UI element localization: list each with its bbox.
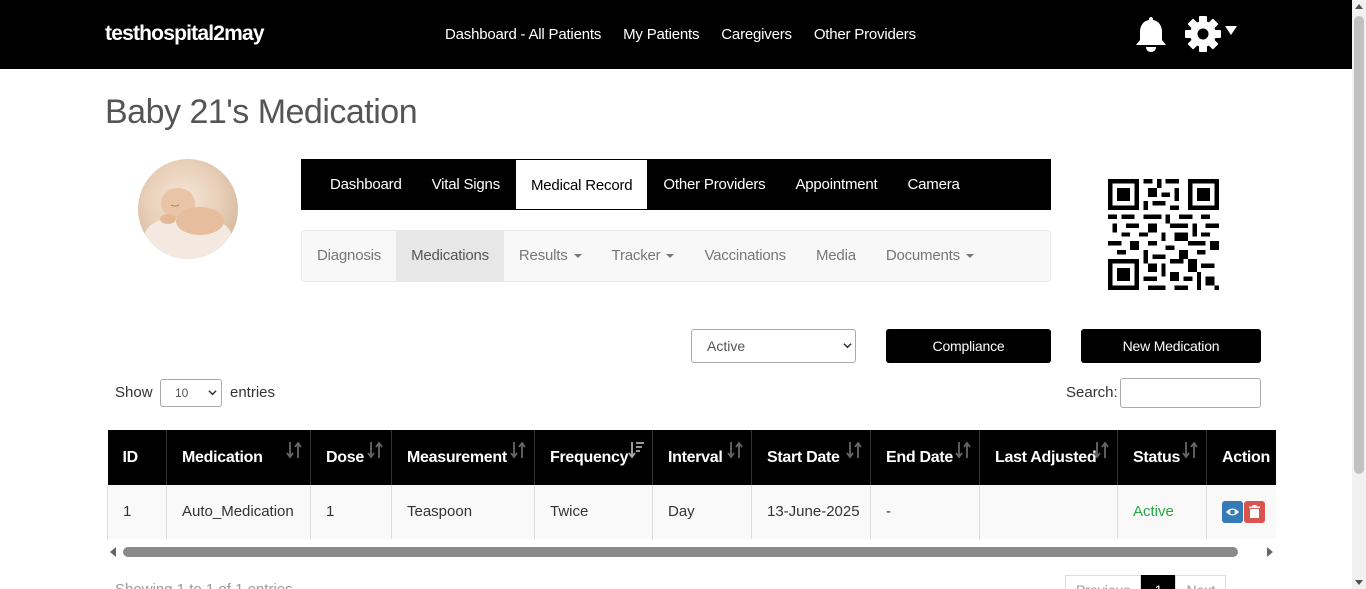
cell-dose: 1 xyxy=(310,485,392,539)
caret-down-icon xyxy=(573,254,582,259)
baby-photo-icon xyxy=(144,188,232,259)
gear-icon[interactable] xyxy=(1185,16,1221,52)
sort-icon xyxy=(367,441,383,459)
view-button[interactable] xyxy=(1222,500,1243,523)
scroll-up-icon[interactable] xyxy=(1355,4,1363,9)
column-header-status[interactable]: Status xyxy=(1117,430,1207,485)
sort-icon xyxy=(727,441,743,459)
tab-appointment[interactable]: Appointment xyxy=(780,159,892,210)
cell-action xyxy=(1206,485,1276,539)
table-horizontal-scrollbar[interactable] xyxy=(107,544,1276,560)
pagination-previous[interactable]: Previous xyxy=(1065,575,1142,589)
tab-other-providers[interactable]: Other Providers xyxy=(648,159,780,210)
table-row: 1 Auto_Medication 1 Teaspoon Twice Day 1… xyxy=(107,485,1276,539)
compliance-button[interactable]: Compliance xyxy=(886,329,1051,363)
caret-down-icon xyxy=(666,254,675,259)
horizontal-scrollbar-thumb[interactable] xyxy=(123,547,1238,557)
cell-last-adjusted xyxy=(979,485,1118,539)
pagination-page-1[interactable]: 1 xyxy=(1141,575,1176,589)
column-header-end-date[interactable]: End Date xyxy=(870,430,980,485)
search-label: Search: xyxy=(1066,384,1118,401)
column-header-interval[interactable]: Interval xyxy=(652,430,752,485)
pagination-next[interactable]: Next xyxy=(1175,575,1227,589)
tab-medical-record[interactable]: Medical Record xyxy=(515,159,649,210)
scroll-down-icon[interactable] xyxy=(1355,580,1363,585)
eye-icon xyxy=(1226,508,1239,516)
scrollbar-thumb[interactable] xyxy=(1354,16,1364,474)
column-header-medication[interactable]: Medication xyxy=(166,430,311,485)
status-filter-select[interactable]: Active xyxy=(691,329,856,363)
entries-per-page-select[interactable]: 10 xyxy=(160,379,222,407)
caret-down-icon[interactable] xyxy=(1225,26,1237,35)
subtab-media[interactable]: Media xyxy=(801,231,871,281)
sort-icon xyxy=(286,441,302,459)
column-header-start-date[interactable]: Start Date xyxy=(751,430,871,485)
patient-avatar xyxy=(138,159,238,259)
nav-caregivers[interactable]: Caregivers xyxy=(721,26,792,43)
table-header-row: ID Medication Dose Measurement Frequency… xyxy=(107,430,1276,485)
subtab-documents[interactable]: Documents xyxy=(871,231,989,281)
delete-button[interactable] xyxy=(1244,500,1265,523)
cell-measurement: Teaspoon xyxy=(391,485,535,539)
top-navbar: testhospital2may Dashboard - All Patient… xyxy=(0,0,1352,69)
chevron-down-icon xyxy=(843,343,852,349)
page-title: Baby 21's Medication xyxy=(105,93,418,131)
tab-vital-signs[interactable]: Vital Signs xyxy=(417,159,515,210)
trash-icon xyxy=(1249,504,1260,518)
nav-my-patients[interactable]: My Patients xyxy=(623,26,699,43)
cell-end-date: - xyxy=(870,485,980,539)
tab-dashboard[interactable]: Dashboard xyxy=(315,159,417,210)
brand-logo[interactable]: testhospital2may xyxy=(105,22,265,46)
entries-label: entries xyxy=(230,384,276,401)
show-label: Show xyxy=(115,384,153,401)
cell-start-date: 13-June-2025 xyxy=(751,485,871,539)
cell-frequency: Twice xyxy=(534,485,653,539)
column-header-measurement[interactable]: Measurement xyxy=(391,430,535,485)
search-input[interactable] xyxy=(1120,378,1261,408)
column-header-dose[interactable]: Dose xyxy=(310,430,392,485)
column-header-frequency[interactable]: Frequency xyxy=(534,430,653,485)
bell-icon[interactable] xyxy=(1134,15,1168,53)
cell-id: 1 xyxy=(107,485,167,539)
chevron-down-icon xyxy=(208,390,217,396)
subtab-vaccinations[interactable]: Vaccinations xyxy=(689,231,801,281)
sort-icon xyxy=(510,441,526,459)
main-tabs: Dashboard Vital Signs Medical Record Oth… xyxy=(301,159,1051,210)
sort-descending-icon xyxy=(628,442,644,459)
status-badge: Active xyxy=(1117,485,1207,539)
qr-code-icon xyxy=(1108,179,1219,290)
vertical-scrollbar[interactable] xyxy=(1352,0,1366,589)
new-medication-button[interactable]: New Medication xyxy=(1081,329,1261,363)
nav-other-providers[interactable]: Other Providers xyxy=(814,26,916,43)
subtab-medications[interactable]: Medications xyxy=(396,231,504,281)
top-nav: Dashboard - All Patients My Patients Car… xyxy=(445,26,938,43)
sort-icon xyxy=(1093,441,1109,459)
medications-table: ID Medication Dose Measurement Frequency… xyxy=(107,430,1276,539)
column-header-id[interactable]: ID xyxy=(107,430,167,485)
scroll-left-icon[interactable] xyxy=(110,547,116,557)
table-info: Showing 1 to 1 of 1 entries xyxy=(115,581,293,589)
sort-icon xyxy=(846,441,862,459)
tab-camera[interactable]: Camera xyxy=(893,159,975,210)
subtab-results[interactable]: Results xyxy=(504,231,597,281)
pagination: Previous 1 Next xyxy=(1065,575,1227,589)
nav-dashboard-all-patients[interactable]: Dashboard - All Patients xyxy=(445,26,601,43)
sort-icon xyxy=(955,441,971,459)
cell-medication: Auto_Medication xyxy=(166,485,311,539)
column-header-action: Action xyxy=(1206,430,1276,485)
sort-icon xyxy=(1182,441,1198,459)
column-header-last-adjusted[interactable]: Last Adjusted xyxy=(979,430,1118,485)
caret-down-icon xyxy=(965,254,974,259)
subtab-diagnosis[interactable]: Diagnosis xyxy=(302,231,396,281)
scroll-right-icon[interactable] xyxy=(1267,547,1273,557)
subtab-tracker[interactable]: Tracker xyxy=(597,231,690,281)
sub-tabs: Diagnosis Medications Results Tracker Va… xyxy=(301,230,1051,282)
cell-interval: Day xyxy=(652,485,752,539)
